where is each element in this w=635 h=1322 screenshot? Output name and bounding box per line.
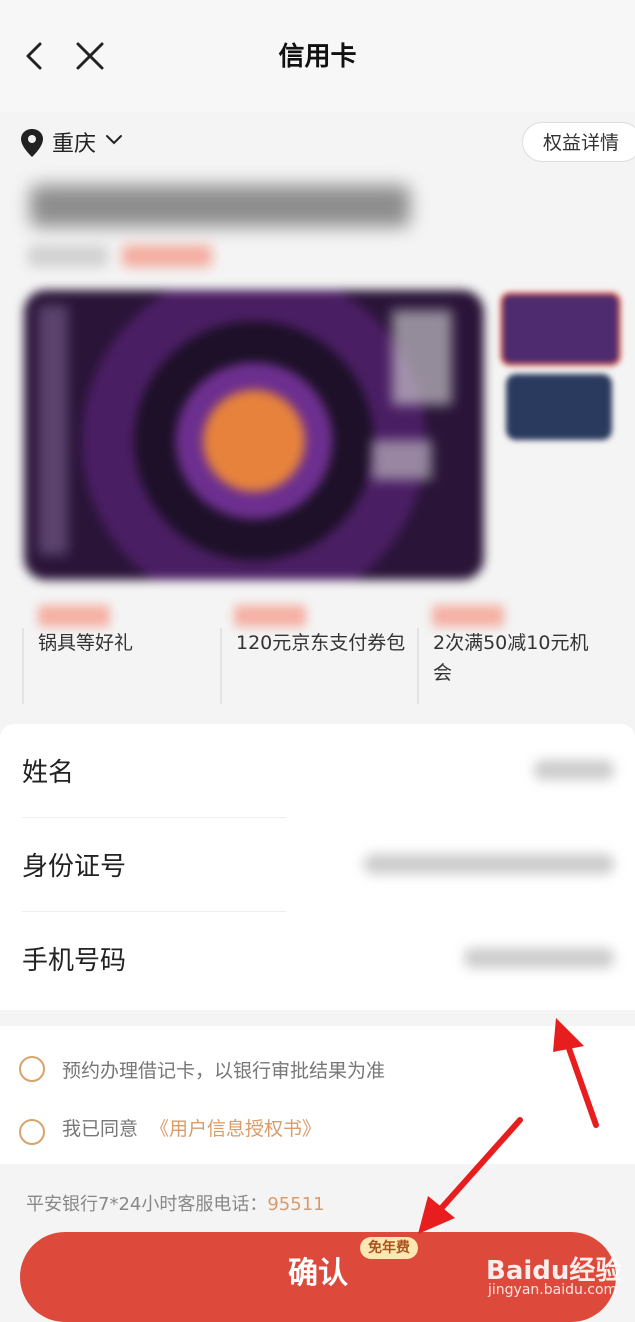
- watermark-site: jingyan.baidu.com: [488, 1282, 618, 1298]
- perk-item: 120元京东支付券包: [220, 628, 410, 704]
- chevron-down-icon[interactable]: [104, 132, 124, 148]
- card-subtitle-blurred: [28, 245, 108, 267]
- perk-tag-blurred: [38, 605, 110, 627]
- card-decoration: [392, 310, 452, 405]
- page-title: 信用卡: [278, 42, 357, 72]
- reserve-debit-radio[interactable]: [19, 1056, 45, 1082]
- card-thumbnail-2[interactable]: [506, 374, 612, 440]
- card-tag-blurred: [122, 245, 212, 267]
- phone-field[interactable]: 手机号码: [22, 912, 622, 1006]
- id-number-label: 身份证号: [22, 852, 127, 882]
- hotline-number[interactable]: 95511: [267, 1194, 324, 1215]
- id-number-field[interactable]: 身份证号: [22, 818, 622, 912]
- id-number-value-blurred: [364, 854, 614, 874]
- perk-tag-blurred: [234, 605, 306, 627]
- hotline: 平安银行7*24小时客服电话：95511: [26, 1190, 325, 1216]
- hotline-label: 平安银行7*24小时客服电话：: [26, 1194, 268, 1215]
- card-decoration: [372, 440, 432, 480]
- consent-radio[interactable]: [19, 1119, 45, 1145]
- city-selector[interactable]: 重庆: [52, 126, 96, 158]
- name-value-blurred: [534, 760, 614, 780]
- perk-item: 2次满50减10元机会: [417, 628, 607, 704]
- benefits-details-button[interactable]: 权益详情: [522, 122, 635, 162]
- annual-fee-free-badge: 免年费: [360, 1237, 418, 1259]
- card-decoration: [38, 305, 68, 555]
- phone-value-blurred: [464, 948, 614, 968]
- perk-item: 锅具等好礼: [22, 628, 212, 704]
- perk-tag-blurred: [432, 605, 504, 627]
- card-thumbnail-1[interactable]: [500, 292, 621, 366]
- location-pin-icon[interactable]: [20, 128, 44, 158]
- name-field[interactable]: 姓名: [22, 724, 622, 818]
- authorization-link[interactable]: 《用户信息授权书》: [150, 1114, 321, 1141]
- phone-label: 手机号码: [22, 946, 127, 976]
- consent-text: 我已同意: [62, 1118, 139, 1140]
- reserve-debit-text: 预约办理借记卡，以银行审批结果为准: [62, 1060, 386, 1082]
- agreements-section: [0, 1026, 635, 1164]
- name-label: 姓名: [22, 758, 75, 788]
- card-name-blurred: [30, 185, 410, 227]
